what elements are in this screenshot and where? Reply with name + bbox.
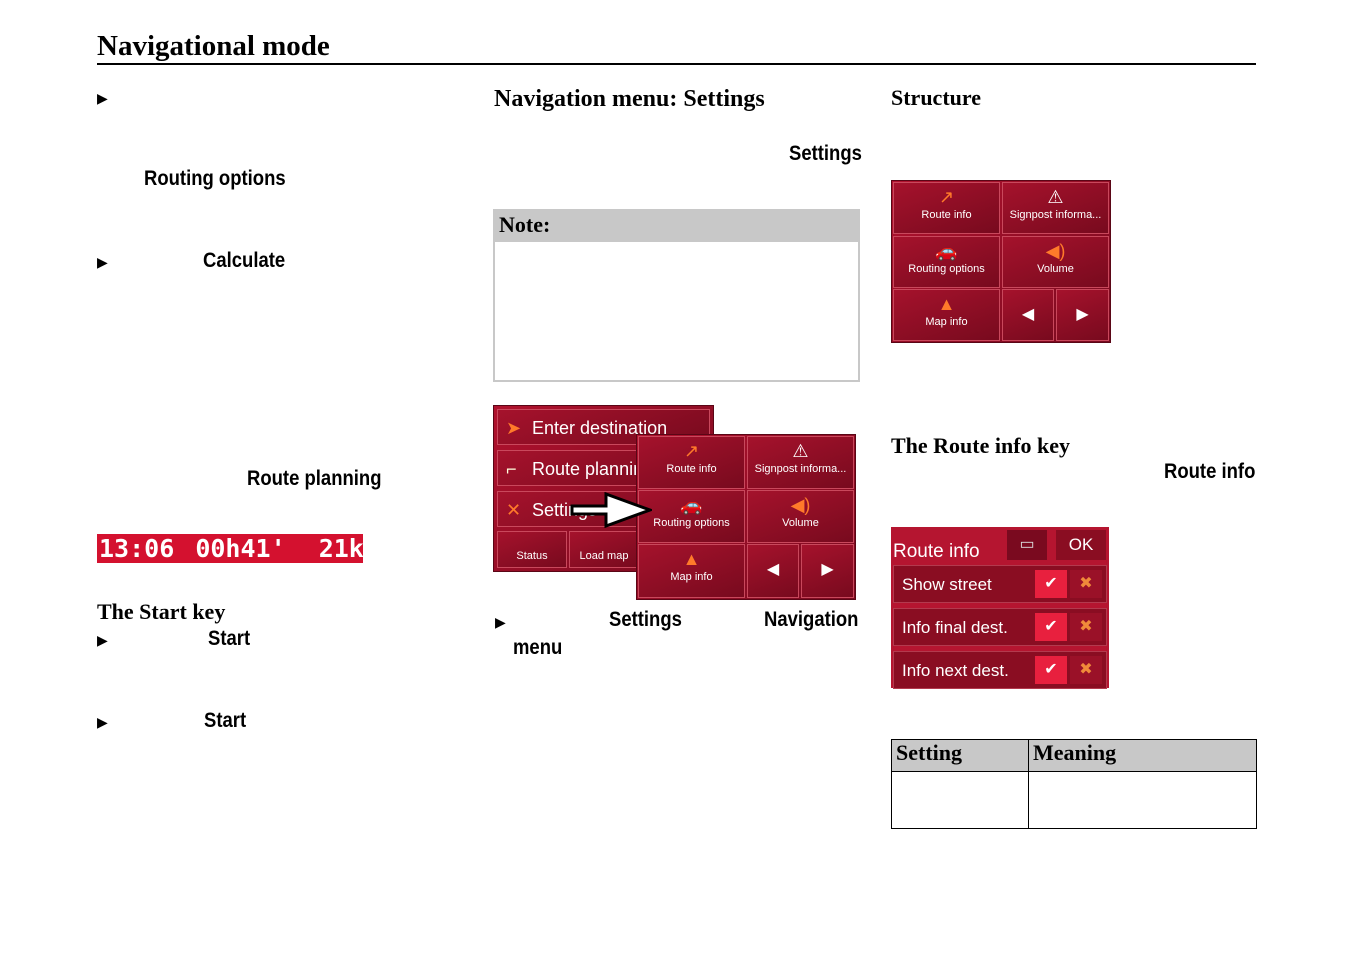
car-person-icon: 🚗 xyxy=(680,495,703,515)
route-info-icon: ↗ xyxy=(683,441,700,461)
structure-heading: Structure xyxy=(891,85,982,110)
cross-icon: ✖ xyxy=(1070,570,1102,598)
note-label: Note: xyxy=(495,211,858,242)
arrow-right-icon: ▶ xyxy=(801,544,854,598)
title-rule xyxy=(97,63,1256,65)
menu-keyword: menu xyxy=(513,636,563,659)
settings-keyword: Settings xyxy=(609,608,682,631)
cross-icon: ✖ xyxy=(1070,613,1102,641)
tile-volume: ◀) Volume xyxy=(1002,236,1109,288)
column-divider xyxy=(1028,740,1029,828)
settings-keyword: Settings xyxy=(789,142,862,165)
route-info-icon: ↗ xyxy=(938,187,955,207)
header-meaning: Meaning xyxy=(1033,740,1117,765)
menu-status: Status xyxy=(497,531,567,568)
note-box: Note: xyxy=(493,209,860,382)
row-info-final-dest: Info final dest. ✔ ✖ xyxy=(893,608,1107,646)
warning-sign-icon: ⚠ xyxy=(1047,187,1064,207)
tile-route-info: ↗ Route info xyxy=(893,182,1000,234)
route-planning-keyword: Route planning xyxy=(247,467,382,490)
map-thumbnail-icon: ▭ xyxy=(1007,530,1047,560)
settings-table: Setting Meaning xyxy=(891,739,1257,829)
route-info-screenshot: Route info ▭ OK Show street ✔ ✖ Info final… xyxy=(891,527,1109,689)
speaker-icon: ◀) xyxy=(1045,241,1066,261)
pointer-arrow-icon xyxy=(570,492,652,528)
ok-button: OK xyxy=(1056,530,1106,560)
cross-icon: ✖ xyxy=(1070,656,1102,684)
tile-routing-options: 🚗 Routing options xyxy=(638,490,745,543)
check-icon: ✔ xyxy=(1035,613,1067,641)
bullet-icon: ▶ xyxy=(97,714,108,730)
route-info-heading: The Route info key xyxy=(891,433,1071,458)
tile-routing-options: 🚗 Routing options xyxy=(893,236,1000,288)
routing-options-keyword: Routing options xyxy=(144,167,286,190)
car-person-icon: 🚗 xyxy=(935,241,958,261)
settings-heading: Navigation menu: Settings xyxy=(494,86,765,112)
row-info-next-dest: Info next dest. ✔ ✖ xyxy=(893,651,1107,689)
status-distance: 21km xyxy=(318,534,379,563)
bullet-icon: ▶ xyxy=(97,632,108,648)
tile-map-info: ▲ Map info xyxy=(893,289,1000,341)
tile-signpost: ⚠ Signpost informa... xyxy=(747,436,854,489)
route-info-keyword: Route info xyxy=(1164,460,1256,483)
menu-load-map: Load map xyxy=(569,531,639,568)
tile-map-info: ▲ Map info xyxy=(638,544,745,598)
check-icon: ✔ xyxy=(1035,570,1067,598)
settings-menu-screenshot: ↗ Route info ⚠ Signpost informa... 🚗 Routin… xyxy=(636,434,856,600)
tile-route-info: ↗ Route info xyxy=(638,436,745,489)
route-info-title: Route info xyxy=(893,541,980,562)
status-time: 13:06 xyxy=(99,534,175,563)
warning-sign-icon: ⚠ xyxy=(792,441,809,461)
bullet-icon: ▶ xyxy=(495,614,506,630)
page-title: Navigational mode xyxy=(97,30,330,62)
check-icon: ✔ xyxy=(1035,656,1067,684)
status-bar-image: 13:06 00h41' 21km xyxy=(97,534,379,563)
bullet-icon: ▶ xyxy=(97,254,108,270)
start-key-heading: The Start key xyxy=(97,599,226,624)
arrow-left-icon: ◀ xyxy=(1002,289,1054,341)
tile-signpost: ⚠ Signpost informa... xyxy=(1002,182,1109,234)
map-icon: ▲ xyxy=(682,549,701,569)
tile-volume: ◀) Volume xyxy=(747,490,854,543)
status-duration: 00h41' xyxy=(195,534,286,563)
map-icon: ▲ xyxy=(937,294,956,314)
start-keyword: Start xyxy=(204,709,247,732)
bullet-icon: ▶ xyxy=(97,90,108,106)
header-setting: Setting xyxy=(896,740,962,765)
start-keyword: Start xyxy=(208,627,251,650)
manual-page: Navigational mode ▶ Routing options ▶ Ca… xyxy=(0,0,1352,954)
arrow-right-icon: ▶ xyxy=(1056,289,1109,341)
arrow-left-icon: ◀ xyxy=(747,544,799,598)
structure-menu-screenshot: ↗ Route info ⚠ Signpost informa... 🚗 Routin… xyxy=(891,180,1111,343)
row-show-street: Show street ✔ ✖ xyxy=(893,565,1107,603)
navigation-keyword: Navigation xyxy=(764,608,859,631)
calculate-keyword: Calculate xyxy=(203,249,286,272)
speaker-icon: ◀) xyxy=(790,495,811,515)
